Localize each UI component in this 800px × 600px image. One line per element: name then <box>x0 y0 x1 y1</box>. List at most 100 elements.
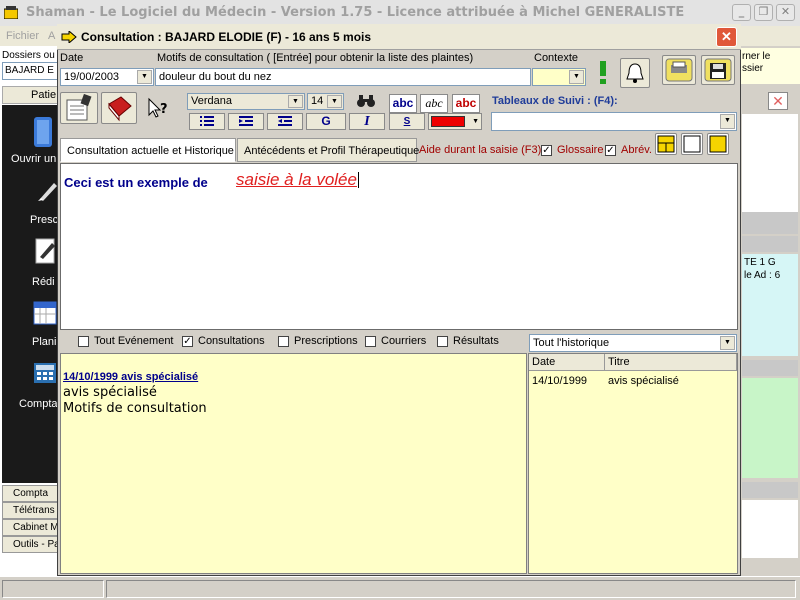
style-italic-serif-button[interactable]: abc <box>420 94 448 113</box>
history-range-select[interactable]: Tout l'historique ▼ <box>529 334 737 352</box>
nav-comptabilite[interactable]: Compta <box>19 398 58 410</box>
side-nav: Ouvrir un Presc Rédi Plani Compta <box>2 105 58 483</box>
history-list: Date Titre 14/10/1999 avis spécialisé <box>528 353 738 574</box>
calendar-icon <box>33 301 57 325</box>
tableaux-label: Tableaux de Suivi : (F4): <box>492 95 618 107</box>
minimize-button[interactable]: _ <box>732 4 751 21</box>
date-select[interactable]: 19/00/2003 ▼ <box>60 68 154 86</box>
consultation-editor[interactable]: Ceci est un exemple de saisie à la volée <box>60 163 738 330</box>
filter-prescriptions-checkbox[interactable] <box>278 336 289 347</box>
editor-text-styled: saisie à la volée <box>236 170 357 189</box>
bold-button[interactable]: G <box>306 113 346 130</box>
dialog-titlebar: Consultation : BAJARD ELODIE (F) - 16 an… <box>57 24 741 50</box>
help-cursor-icon: ? <box>148 97 168 118</box>
tab-consultation-historique[interactable]: Consultation actuelle et Historique <box>60 138 236 162</box>
right-header-4 <box>742 482 798 498</box>
chevron-down-icon[interactable]: ▼ <box>720 114 735 129</box>
nav-prescription[interactable]: Presc <box>30 214 58 226</box>
nav-planning[interactable]: Plani <box>32 336 56 348</box>
motifs-input[interactable]: douleur du bout du nez <box>155 68 531 86</box>
list-header-date[interactable]: Date <box>529 354 605 371</box>
reminder-button[interactable] <box>620 58 650 88</box>
status-cell-2 <box>106 580 796 598</box>
layout-yellow-button[interactable] <box>707 133 729 155</box>
font-size-select[interactable]: 14 ▼ <box>307 93 344 110</box>
indent-button[interactable] <box>228 113 264 130</box>
nav-ouvrir[interactable]: Ouvrir un <box>11 153 56 165</box>
dossiers-label: Dossiers ou <box>2 50 55 61</box>
outdent-button[interactable] <box>267 113 303 130</box>
underline-button[interactable]: S <box>389 113 425 130</box>
chevron-down-icon[interactable]: ▼ <box>137 70 152 84</box>
menu-a[interactable]: A <box>48 30 55 42</box>
filter-resultats-checkbox[interactable] <box>437 336 448 347</box>
font-value: Verdana <box>191 95 232 107</box>
filter-tout-checkbox[interactable] <box>78 336 89 347</box>
style-normal-button[interactable]: abc <box>389 94 417 113</box>
list-header-titre[interactable]: Titre <box>605 354 737 371</box>
layout-white-button[interactable] <box>681 133 703 155</box>
tab-antecedents[interactable]: Antécédents et Profil Thérapeutique <box>237 138 419 162</box>
history-detail-pane: 14/10/1999 avis spécialisé avis spéciali… <box>60 353 527 574</box>
right-header-2 <box>742 236 798 252</box>
italic-button[interactable]: I <box>349 113 385 130</box>
bullet-list-button[interactable] <box>189 113 225 130</box>
history-filters: Tout Evénement ✓ Consultations Prescript… <box>60 331 528 353</box>
text-caret <box>358 172 359 188</box>
calculator-icon <box>34 363 56 383</box>
alert-button[interactable] <box>590 58 616 88</box>
bottom-tab-cabinet[interactable]: Cabinet M <box>2 519 58 536</box>
save-button[interactable] <box>701 55 735 85</box>
binoculars-icon <box>357 95 375 107</box>
main-titlebar: Shaman - Le Logiciel du Médecin - Versio… <box>0 0 800 26</box>
dictionary-button[interactable] <box>101 92 137 124</box>
chevron-down-icon[interactable]: ▼ <box>720 336 735 350</box>
bottom-tab-teletrans[interactable]: Télétrans <box>2 502 58 519</box>
filter-tout-label: Tout Evénement <box>94 335 174 347</box>
date-label: Date <box>60 52 84 64</box>
patient-tab[interactable]: Patie <box>2 86 58 104</box>
aide-checkbox[interactable]: ✓ <box>541 145 552 156</box>
main-window-title: Shaman - Le Logiciel du Médecin - Versio… <box>26 5 685 20</box>
maximize-button[interactable]: ❐ <box>754 4 773 21</box>
pen-icon <box>38 183 57 201</box>
history-range-value: Tout l'historique <box>533 337 610 349</box>
text-color-button[interactable]: ▼ <box>428 113 482 130</box>
print-button[interactable] <box>662 55 696 85</box>
close-main-button[interactable]: ✕ <box>776 4 795 21</box>
nav-rediger[interactable]: Rédi <box>32 276 55 288</box>
font-select[interactable]: Verdana ▼ <box>187 93 305 110</box>
help-button[interactable]: ? <box>140 92 178 124</box>
tableaux-select[interactable]: ▼ <box>491 112 737 131</box>
style-red-button[interactable]: abc <box>452 94 480 113</box>
right-close-button[interactable]: ✕ <box>768 92 788 110</box>
history-entry-heading[interactable]: 14/10/1999 avis spécialisé <box>63 371 198 383</box>
chevron-down-icon: ▼ <box>472 118 479 125</box>
filter-consultations-label: Consultations <box>198 335 265 347</box>
outdent-icon <box>278 116 292 126</box>
chevron-down-icon[interactable]: ▼ <box>288 95 303 108</box>
right-green-area <box>742 378 798 478</box>
contexte-select[interactable]: ▼ <box>532 68 586 86</box>
right-header-3 <box>742 360 798 376</box>
editor-text-plain: Ceci est un exemple de <box>64 175 208 190</box>
glossaire-label: Glossaire <box>557 144 604 156</box>
contexte-label: Contexte <box>534 52 579 64</box>
dialog-close-button[interactable]: ✕ <box>716 27 737 47</box>
abrev-checkbox[interactable]: ✓ <box>605 145 616 156</box>
layout-split-button[interactable] <box>655 133 677 155</box>
bottom-tab-compta[interactable]: Compta <box>2 485 58 502</box>
history-entry-line1: avis spécialisé <box>63 385 157 400</box>
bell-icon <box>626 63 644 83</box>
filter-consultations-checkbox[interactable]: ✓ <box>182 336 193 347</box>
menu-fichier[interactable]: Fichier <box>6 30 39 42</box>
search-button[interactable] <box>349 91 383 111</box>
chevron-down-icon[interactable]: ▼ <box>327 95 342 108</box>
filter-courriers-checkbox[interactable] <box>365 336 376 347</box>
bottom-tab-outils[interactable]: Outils - Par <box>2 536 58 553</box>
new-document-button[interactable] <box>60 92 98 124</box>
dossiers-input[interactable]: BAJARD E <box>2 62 58 80</box>
chevron-down-icon[interactable]: ▼ <box>569 70 584 84</box>
layout-full-icon <box>709 135 727 153</box>
filter-resultats-label: Résultats <box>453 335 499 347</box>
